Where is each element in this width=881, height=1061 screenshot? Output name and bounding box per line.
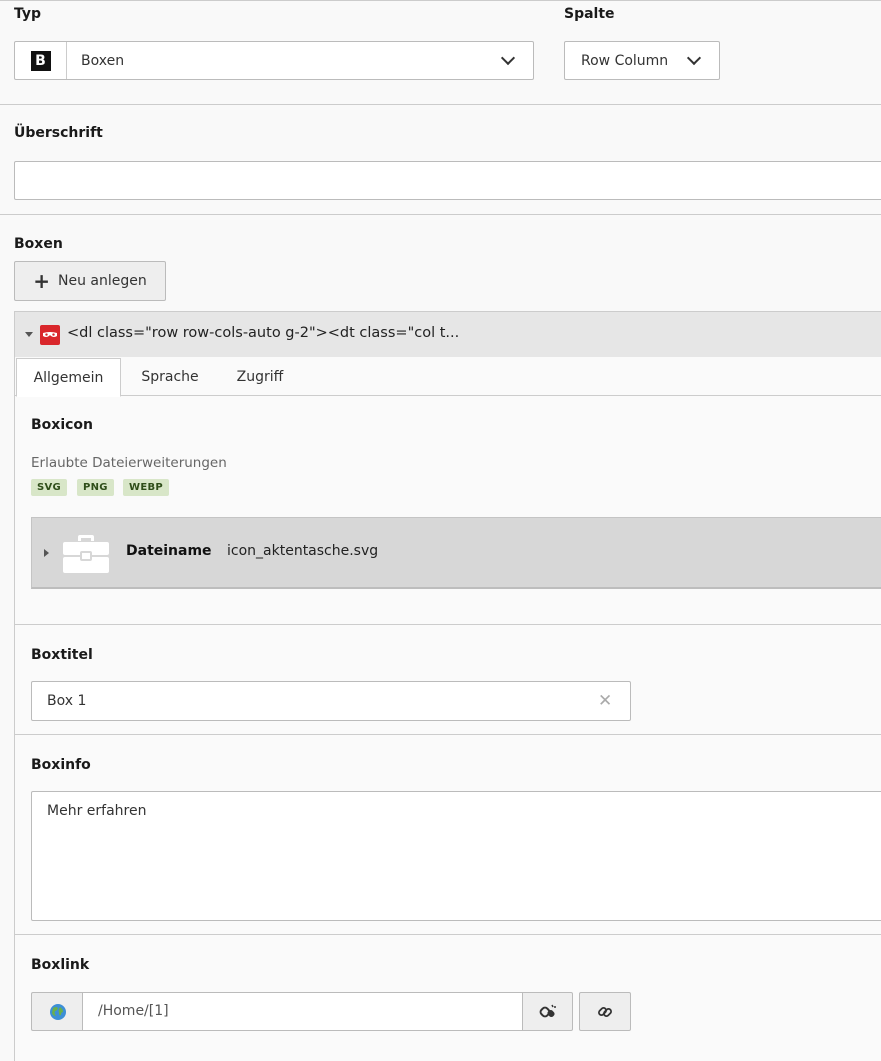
link-type-addon bbox=[31, 992, 83, 1031]
boxinfo-value: Mehr erfahren bbox=[47, 803, 147, 819]
spalte-label: Spalte bbox=[564, 6, 615, 22]
new-record-label: Neu anlegen bbox=[58, 273, 147, 289]
extension-badge-png: PNG bbox=[77, 479, 114, 496]
briefcase-icon bbox=[62, 534, 110, 578]
b-icon-letter: B bbox=[35, 52, 46, 69]
plus-icon: + bbox=[33, 269, 50, 293]
boxlink-label: Boxlink bbox=[31, 957, 90, 973]
record-header[interactable]: <dl class="row row-cols-auto g-2"><dt cl… bbox=[15, 312, 881, 357]
divider bbox=[15, 934, 881, 935]
boxinfo-label: Boxinfo bbox=[31, 757, 91, 773]
record-title: <dl class="row row-cols-auto g-2"><dt cl… bbox=[67, 325, 460, 341]
boxicon-label: Boxicon bbox=[31, 417, 94, 433]
new-record-button[interactable]: + Neu anlegen bbox=[14, 261, 166, 301]
tab-label: Zugriff bbox=[236, 369, 284, 385]
caret-down-icon[interactable] bbox=[25, 332, 33, 337]
typ-select[interactable]: B Boxen bbox=[14, 41, 534, 80]
tab-label: Sprache bbox=[141, 369, 199, 385]
tab-zugriff[interactable]: Zugriff bbox=[220, 358, 300, 396]
chevron-down-icon bbox=[686, 50, 702, 66]
link-unlink-icon bbox=[539, 1004, 556, 1017]
allowed-extensions-label: Erlaubte Dateierweiterungen bbox=[31, 455, 227, 471]
file-reference-bar[interactable]: Dateiname icon_aktentasche.svg bbox=[31, 517, 881, 589]
divider bbox=[15, 624, 881, 625]
spalte-select[interactable]: Row Column bbox=[564, 41, 720, 80]
boxtitel-value: Box 1 bbox=[47, 693, 87, 709]
tab-sprache[interactable]: Sprache bbox=[124, 358, 216, 396]
typ-value: Boxen bbox=[81, 52, 125, 69]
spalte-value: Row Column bbox=[581, 52, 669, 69]
divider bbox=[0, 104, 881, 105]
file-name-label: Dateiname bbox=[126, 543, 212, 559]
extension-badge-webp: WEBP bbox=[123, 479, 170, 496]
boxinfo-textarea[interactable]: Mehr erfahren bbox=[31, 791, 881, 921]
globe-icon bbox=[49, 1003, 66, 1020]
tab-label: Allgemein bbox=[33, 370, 104, 386]
divider bbox=[15, 734, 881, 735]
typ-label: Typ bbox=[14, 6, 42, 22]
boxtitel-input[interactable]: Box 1 ✕ bbox=[31, 681, 631, 721]
top-divider bbox=[0, 0, 881, 1]
divider bbox=[0, 214, 881, 215]
link-button[interactable] bbox=[579, 992, 631, 1031]
ueberschrift-input[interactable] bbox=[14, 161, 881, 200]
boxlink-value: /Home/[1] bbox=[98, 1003, 169, 1019]
chevron-down-icon bbox=[500, 50, 516, 66]
link-icon bbox=[598, 1006, 612, 1017]
typ-icon-wrap: B bbox=[15, 42, 67, 79]
clear-icon[interactable]: ✕ bbox=[598, 691, 612, 711]
boxen-label: Boxen bbox=[14, 236, 63, 252]
file-name-value: icon_aktentasche.svg bbox=[227, 543, 379, 559]
ueberschrift-label: Überschrift bbox=[14, 125, 103, 141]
boxlink-input[interactable]: /Home/[1] bbox=[82, 992, 523, 1031]
extension-badge-svg: SVG bbox=[31, 479, 68, 496]
b-icon: B bbox=[30, 50, 51, 71]
mask-icon bbox=[40, 325, 60, 345]
boxtitel-label: Boxtitel bbox=[31, 647, 93, 663]
link-browser-button[interactable] bbox=[522, 992, 573, 1031]
tab-allgemein[interactable]: Allgemein bbox=[16, 358, 121, 397]
caret-right-icon[interactable] bbox=[44, 549, 49, 557]
